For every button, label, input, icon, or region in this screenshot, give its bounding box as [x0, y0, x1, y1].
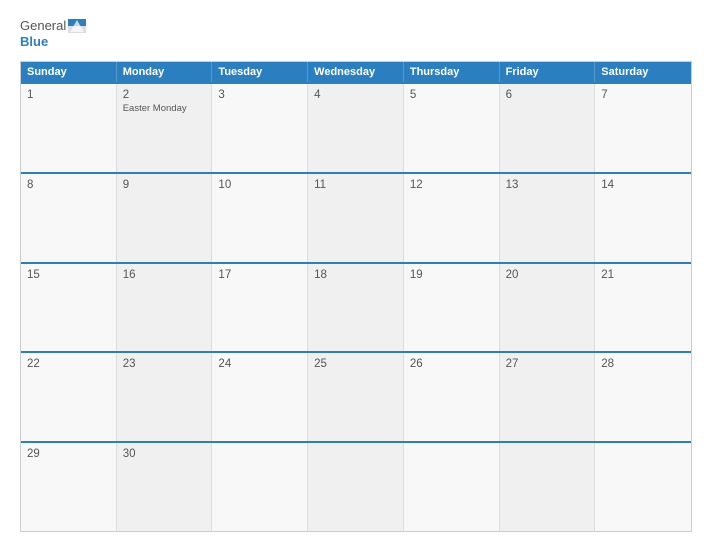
day-header-thursday: Thursday: [404, 62, 500, 82]
cal-cell: 4: [308, 84, 404, 172]
day-number: 26: [410, 358, 493, 370]
calendar: SundayMondayTuesdayWednesdayThursdayFrid…: [20, 61, 692, 532]
day-number: 1: [27, 89, 110, 101]
cal-cell: 9: [117, 174, 213, 262]
week-row-5: 29 30: [21, 441, 691, 531]
day-number: 13: [506, 179, 589, 191]
cal-cell: 24: [212, 353, 308, 441]
cal-cell: [308, 443, 404, 531]
day-header-monday: Monday: [117, 62, 213, 82]
day-number: 17: [218, 269, 301, 281]
day-number: 19: [410, 269, 493, 281]
day-number: 10: [218, 179, 301, 191]
day-number: 9: [123, 179, 206, 191]
day-header-friday: Friday: [500, 62, 596, 82]
cal-cell: 3: [212, 84, 308, 172]
logo-general-text: General: [20, 18, 66, 34]
day-number: 23: [123, 358, 206, 370]
cal-cell: 8: [21, 174, 117, 262]
cal-cell: 17: [212, 264, 308, 352]
cal-cell: 28: [595, 353, 691, 441]
day-number: 12: [410, 179, 493, 191]
day-number: 27: [506, 358, 589, 370]
day-number: 30: [123, 448, 206, 460]
cal-cell: 20: [500, 264, 596, 352]
cal-cell: 16: [117, 264, 213, 352]
day-number: 7: [601, 89, 685, 101]
cal-cell: 18: [308, 264, 404, 352]
day-number: 22: [27, 358, 110, 370]
cal-cell: 29: [21, 443, 117, 531]
logo-blue-text: Blue: [20, 34, 48, 50]
cal-cell: 12: [404, 174, 500, 262]
logo: GeneralBlue: [20, 18, 86, 49]
calendar-body: 12Easter Monday3456789101112131415161718…: [21, 82, 691, 531]
day-number: 16: [123, 269, 206, 281]
cal-cell: 11: [308, 174, 404, 262]
cal-cell: [212, 443, 308, 531]
cal-cell: 26: [404, 353, 500, 441]
cal-cell: 30: [117, 443, 213, 531]
day-header-tuesday: Tuesday: [212, 62, 308, 82]
logo-flag-icon: [68, 19, 86, 33]
day-number: 15: [27, 269, 110, 281]
day-header-sunday: Sunday: [21, 62, 117, 82]
day-number: 5: [410, 89, 493, 101]
week-row-1: 1 2 Easter Monday 3 4 5 67: [21, 82, 691, 172]
day-number: 24: [218, 358, 301, 370]
day-number: 25: [314, 358, 397, 370]
day-number: 28: [601, 358, 685, 370]
day-number: 2: [123, 89, 206, 101]
week-row-3: 15 16 17 18 19 20 21: [21, 262, 691, 352]
cal-cell: [595, 443, 691, 531]
day-number: 21: [601, 269, 685, 281]
day-number: 29: [27, 448, 110, 460]
cal-cell: 6: [500, 84, 596, 172]
day-number: 14: [601, 179, 685, 191]
day-number: 18: [314, 269, 397, 281]
header: GeneralBlue: [20, 18, 692, 49]
day-number: 4: [314, 89, 397, 101]
cal-cell: 15: [21, 264, 117, 352]
calendar-header-row: SundayMondayTuesdayWednesdayThursdayFrid…: [21, 62, 691, 82]
cal-cell: [500, 443, 596, 531]
day-number: 11: [314, 179, 397, 191]
day-number: 6: [506, 89, 589, 101]
cal-cell: 13: [500, 174, 596, 262]
day-number: 8: [27, 179, 110, 191]
day-number: 3: [218, 89, 301, 101]
cal-cell: 19: [404, 264, 500, 352]
cal-cell: 5: [404, 84, 500, 172]
cal-cell: 2 Easter Monday: [117, 84, 213, 172]
page: GeneralBlue SundayMondayTuesdayWednesday…: [0, 0, 712, 550]
cal-cell: [404, 443, 500, 531]
cal-cell: 22: [21, 353, 117, 441]
cal-cell: 14: [595, 174, 691, 262]
cal-cell: 7: [595, 84, 691, 172]
cal-cell: 23: [117, 353, 213, 441]
day-header-saturday: Saturday: [595, 62, 691, 82]
cal-cell: 1: [21, 84, 117, 172]
week-row-2: 8 9 10 11 12 13 14: [21, 172, 691, 262]
week-row-4: 22 23 24 25 26 27 28: [21, 351, 691, 441]
cal-cell: 25: [308, 353, 404, 441]
cal-cell: 21: [595, 264, 691, 352]
holiday-label: Easter Monday: [123, 103, 206, 114]
day-number: 20: [506, 269, 589, 281]
day-header-wednesday: Wednesday: [308, 62, 404, 82]
cal-cell: 27: [500, 353, 596, 441]
cal-cell: 10: [212, 174, 308, 262]
